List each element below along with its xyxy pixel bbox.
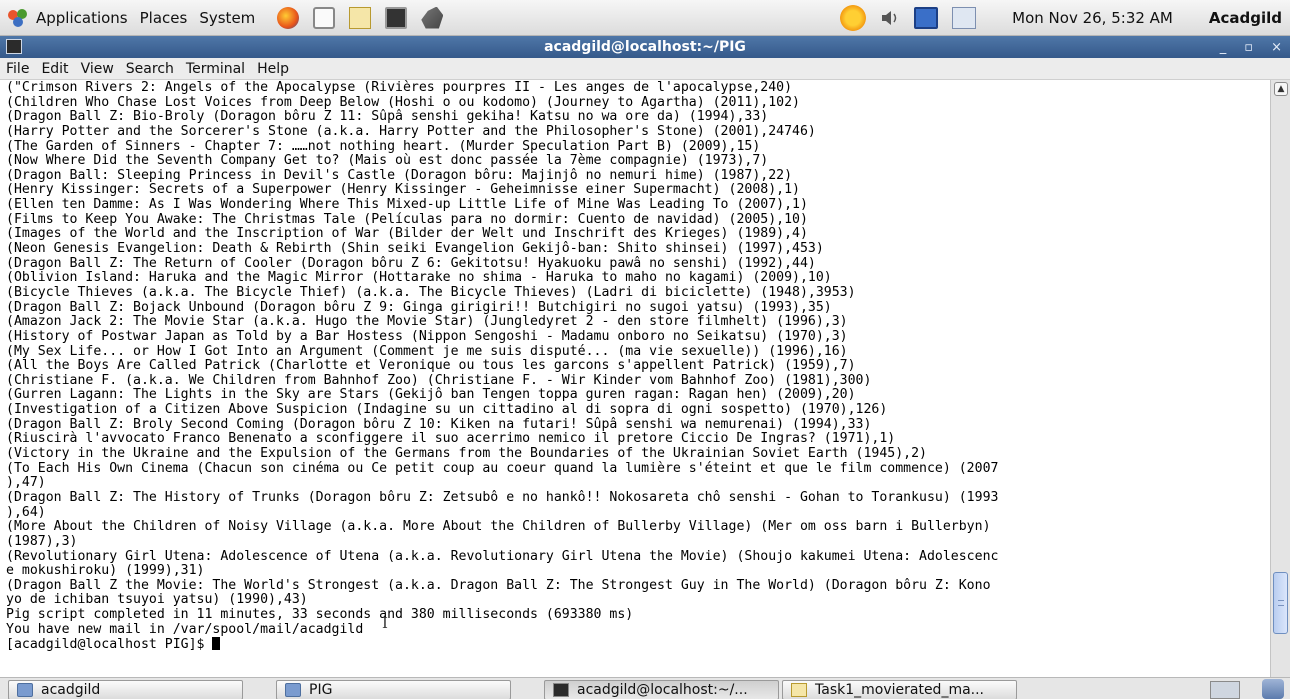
text-editor-icon[interactable] [349, 6, 372, 29]
bottom-taskbar: acadgild PIG acadgild@localhost:~/... Ta… [0, 677, 1290, 699]
terminal-line: (Investigation of a Citizen Above Suspic… [6, 402, 888, 418]
terminal-line: (Dragon Ball Z: The Return of Cooler (Do… [6, 255, 816, 271]
system-menu-label: System [199, 8, 256, 27]
minimize-button[interactable]: _ [1220, 40, 1227, 55]
terminal-menubar: File Edit View Search Terminal Help [0, 58, 1290, 80]
close-button[interactable]: × [1271, 40, 1282, 55]
scrollbar-grip-icon [1278, 600, 1284, 606]
window-title: acadgild@localhost:~/PIG [544, 39, 746, 55]
screenshot-icon[interactable] [421, 6, 444, 29]
notes-icon[interactable] [952, 7, 977, 29]
terminal-lines: ("Crimson Rivers 2: Angels of the Apocal… [6, 80, 1270, 652]
terminal-line: (History of Postwar Japan as Told by a B… [6, 328, 848, 344]
folder-icon [17, 683, 33, 697]
terminal-line: (Dragon Ball Z: Bojack Unbound (Doragon … [6, 299, 832, 315]
terminal-line: (To Each His Own Cinema (Chacun son ciné… [6, 460, 999, 476]
block-cursor [212, 637, 221, 651]
terminal-line: ("Crimson Rivers 2: Angels of the Apocal… [6, 80, 793, 95]
terminal-line: (All the Boys Are Called Patrick (Charlo… [6, 358, 856, 374]
terminal-icon[interactable] [385, 6, 408, 29]
window-controls: _ ▫ × [1220, 36, 1282, 58]
taskbar-item-pig[interactable]: PIG [276, 680, 511, 699]
terminal-line: ),47) [6, 475, 46, 491]
terminal-line: (Dragon Ball: Sleeping Princess in Devil… [6, 167, 793, 183]
terminal-line: (Amazon Jack 2: The Movie Star (a.k.a. H… [6, 314, 848, 330]
taskbar-item-terminal[interactable]: acadgild@localhost:~/... [544, 680, 779, 699]
terminal-line: (Victory in the Ukraine and the Expulsio… [6, 446, 927, 462]
window-titlebar[interactable]: acadgild@localhost:~/PIG _ ▫ × [0, 36, 1290, 58]
taskbar-item-acadgild[interactable]: acadgild [8, 680, 243, 699]
terminal-line: (Revolutionary Girl Utena: Adolescence o… [6, 548, 999, 564]
applications-menu-label: Applications [36, 8, 128, 27]
terminal-line: You have new mail in /var/spool/mail/aca… [6, 621, 364, 637]
taskbar-item-label: Task1_movierated_ma... [815, 682, 985, 698]
terminal-line: (More About the Children of Noisy Villag… [6, 519, 991, 535]
applications-icon [6, 7, 30, 29]
top-panel: Applications Places System Mon Nov 26, 5… [0, 0, 1290, 36]
terminal-line: (Riuscirà l'avvocato Franco Benenato a s… [6, 431, 896, 447]
terminal-line: (Dragon Ball Z the Movie: The World's St… [6, 577, 991, 593]
network-icon[interactable] [914, 7, 939, 29]
terminal-line: (Henry Kissinger: Secrets of a Superpowe… [6, 182, 800, 198]
terminal-line: (Neon Genesis Evangelion: Death & Rebirt… [6, 241, 824, 257]
folder-icon [285, 683, 301, 697]
terminal-line: (1987),3) [6, 533, 78, 549]
text-editor-icon [791, 683, 807, 697]
places-menu[interactable]: Places [134, 0, 194, 35]
system-tray: Mon Nov 26, 5:32 AM Acadgild [840, 0, 1290, 36]
clock[interactable]: Mon Nov 26, 5:32 AM [1012, 9, 1173, 27]
terminal-line: (Gurren Lagann: The Lights in the Sky ar… [6, 387, 856, 403]
terminal-line: (My Sex Life... or How I Got Into an Arg… [6, 343, 848, 359]
system-menu[interactable]: System [193, 0, 261, 35]
launcher-icons [277, 6, 444, 29]
shell-prompt-line[interactable]: [acadgild@localhost PIG]$ [6, 637, 1270, 652]
window-terminal-icon[interactable] [6, 39, 22, 54]
taskbar-item-label: acadgild@localhost:~/... [577, 682, 748, 698]
menu-search[interactable]: Search [120, 61, 180, 77]
volume-icon[interactable] [880, 9, 900, 27]
terminal-line: (Dragon Ball Z: Bio-Broly (Doragon bôru … [6, 109, 769, 125]
menu-terminal[interactable]: Terminal [180, 61, 251, 77]
terminal-icon [553, 683, 569, 697]
taskbar-item-label: PIG [309, 682, 333, 698]
terminal-output[interactable]: ("Crimson Rivers 2: Angels of the Apocal… [0, 80, 1270, 677]
terminal-line: (Films to Keep You Awake: The Christmas … [6, 211, 808, 227]
menu-view[interactable]: View [75, 61, 120, 77]
terminal-line: (Oblivion Island: Haruka and the Magic M… [6, 270, 832, 286]
shell-prompt: [acadgild@localhost PIG]$ [6, 637, 213, 653]
menu-help[interactable]: Help [251, 61, 295, 77]
workspace-switcher[interactable] [1210, 681, 1240, 699]
menu-file[interactable]: File [0, 61, 35, 77]
vertical-scrollbar[interactable]: ▲ [1270, 80, 1290, 677]
scroll-up-arrow-icon[interactable]: ▲ [1274, 82, 1288, 96]
text-cursor-ibeam-icon: I [382, 614, 388, 632]
terminal-line: Pig script completed in 11 minutes, 33 s… [6, 607, 634, 623]
scrollbar-thumb[interactable] [1273, 572, 1288, 634]
taskbar-item-label: acadgild [41, 682, 101, 698]
places-menu-label: Places [139, 8, 188, 27]
terminal-line: (Ellen ten Damme: As I Was Wondering Whe… [6, 197, 808, 213]
applications-menu[interactable]: Applications [0, 0, 134, 35]
home-folder-icon[interactable] [313, 6, 336, 29]
terminal-line: (Bicycle Thieves (a.k.a. The Bicycle Thi… [6, 284, 856, 300]
maximize-button[interactable]: ▫ [1244, 40, 1253, 55]
terminal-line: (Dragon Ball Z: The History of Trunks (D… [6, 489, 999, 505]
terminal-line: (Now Where Did the Seventh Company Get t… [6, 153, 769, 169]
user-menu[interactable]: Acadgild [1209, 9, 1282, 27]
terminal-line: ),64) [6, 504, 46, 520]
terminal-line: yo de ichiban tsuyoi yatsu) (1990),43) [6, 592, 308, 608]
taskbar-item-text-editor[interactable]: Task1_movierated_ma... [782, 680, 1017, 699]
terminal-line: e mokushiroku) (1999),31) [6, 563, 205, 579]
terminal-line: (Images of the World and the Inscription… [6, 226, 808, 242]
menu-edit[interactable]: Edit [35, 61, 74, 77]
firefox-icon[interactable] [277, 6, 300, 29]
update-notifier-icon[interactable] [840, 5, 867, 31]
trash-icon[interactable] [1262, 679, 1284, 699]
terminal-line: (Harry Potter and the Sorcerer's Stone (… [6, 123, 816, 139]
terminal-line: (The Garden of Sinners - Chapter 7: ……no… [6, 138, 761, 154]
panel-menus: Applications Places System [0, 0, 261, 35]
